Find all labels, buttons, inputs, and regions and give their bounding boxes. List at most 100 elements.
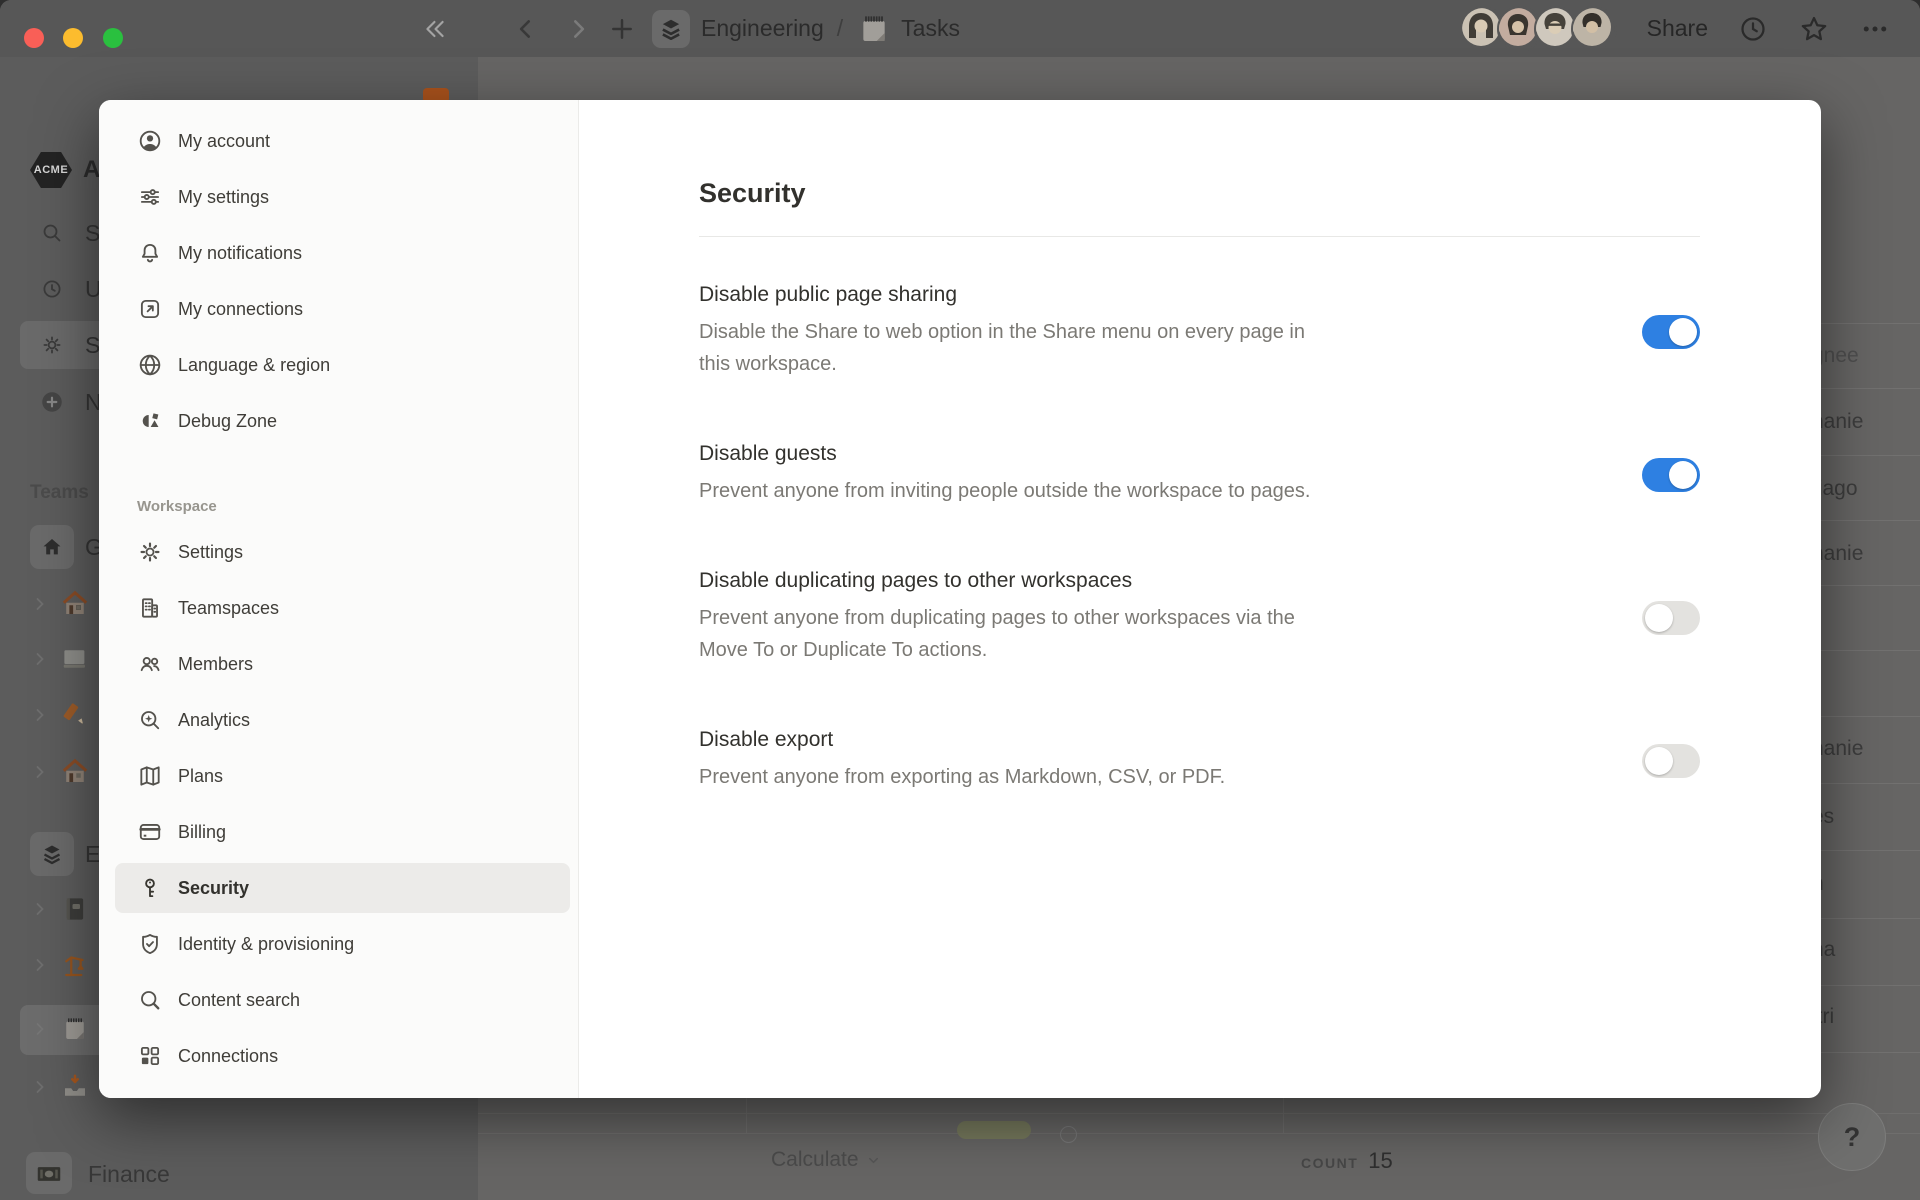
- key-icon: [137, 875, 163, 901]
- close-window-button[interactable]: [24, 28, 44, 48]
- magnifier-sparkle-icon: [137, 707, 163, 733]
- board-emoji-icon: [60, 644, 90, 674]
- arrow-up-right-square-icon: [137, 296, 163, 322]
- building-icon: [137, 595, 163, 621]
- disable-guests-toggle[interactable]: [1642, 458, 1700, 492]
- setting-row-disable-duplicating: Disable duplicating pages to other works…: [699, 569, 1700, 666]
- minimize-window-button[interactable]: [63, 28, 83, 48]
- zoom-window-button[interactable]: [103, 28, 123, 48]
- settings-nav-identity-provisioning[interactable]: Identity & provisioning: [115, 919, 570, 969]
- chevron-right-icon: [30, 594, 50, 614]
- workspace-section-label: Workspace: [137, 498, 578, 515]
- sliders-icon: [137, 184, 163, 210]
- settings-nav-plans[interactable]: Plans: [115, 751, 570, 801]
- setting-title: Disable export: [699, 728, 1225, 752]
- home-icon: [30, 525, 74, 569]
- settings-nav-members[interactable]: Members: [115, 639, 570, 689]
- setting-description: Prevent anyone from exporting as Markdow…: [699, 761, 1225, 793]
- settings-nav-language-region[interactable]: Language & region: [115, 340, 570, 390]
- person-circle-icon: [137, 128, 163, 154]
- chevron-right-icon: [30, 762, 50, 782]
- disable-public-page-sharing-toggle[interactable]: [1642, 315, 1700, 349]
- disable-duplicating-toggle[interactable]: [1642, 601, 1700, 635]
- settings-nav-my-notifications[interactable]: My notifications: [115, 228, 570, 278]
- gear-icon: [137, 539, 163, 565]
- layers-icon: [30, 832, 74, 876]
- collaborator-avatars[interactable]: [1460, 6, 1617, 52]
- chevron-right-icon: [30, 955, 50, 975]
- chevron-right-icon: [30, 649, 50, 669]
- disable-export-toggle[interactable]: [1642, 744, 1700, 778]
- inbox-tray-icon: [60, 1072, 90, 1102]
- grid-squares-icon: [137, 1043, 163, 1069]
- toggle-knob: [1669, 461, 1697, 489]
- people-icon: [137, 651, 163, 677]
- chevron-right-icon: [565, 16, 591, 42]
- avatar: [1571, 6, 1617, 52]
- notion-window: ACME A S U S N Teams: [0, 0, 1920, 1200]
- settings-nav-debug-zone[interactable]: Debug Zone: [115, 396, 570, 446]
- pencil-emoji-icon: [60, 700, 90, 730]
- setting-description: Prevent anyone from inviting people outs…: [699, 475, 1310, 507]
- sidebar-item-finance[interactable]: Finance: [0, 1152, 478, 1196]
- security-settings-panel: Security Disable public page sharing Dis…: [579, 100, 1821, 1098]
- forward-button[interactable]: [563, 14, 593, 44]
- workspace-name-fragment: A: [83, 156, 100, 184]
- settings-nav-content-search[interactable]: Content search: [115, 975, 570, 1025]
- settings-nav-billing[interactable]: Billing: [115, 807, 570, 857]
- finance-label: Finance: [88, 1161, 170, 1188]
- breadcrumb-page[interactable]: Tasks: [901, 15, 960, 42]
- new-tab-button[interactable]: [607, 14, 637, 44]
- chevron-right-icon: [30, 1019, 50, 1039]
- chevron-left-icon: [513, 16, 539, 42]
- credit-card-icon: [137, 819, 163, 845]
- map-icon: [137, 763, 163, 789]
- double-chevron-left-icon: [422, 16, 448, 42]
- notebook-emoji-icon: [60, 894, 90, 924]
- chevron-right-icon: [30, 705, 50, 725]
- settings-nav-my-connections[interactable]: My connections: [115, 284, 570, 334]
- house-emoji-icon: [60, 589, 90, 619]
- toggle-knob: [1645, 747, 1673, 775]
- tasks-notepad-icon: [60, 1014, 90, 1044]
- settings-nav-settings[interactable]: Settings: [115, 527, 570, 577]
- plus-icon: [608, 15, 636, 43]
- share-button[interactable]: Share: [1647, 15, 1708, 42]
- settings-nav-my-settings[interactable]: My settings: [115, 172, 570, 222]
- setting-row-disable-guests: Disable guests Prevent anyone from invit…: [699, 442, 1700, 507]
- setting-row-disable-export: Disable export Prevent anyone from expor…: [699, 728, 1700, 793]
- setting-title: Disable guests: [699, 442, 1310, 466]
- calculate-button[interactable]: Calculate: [771, 1148, 881, 1172]
- crane-emoji-icon: [60, 950, 90, 980]
- breadcrumb-separator: /: [837, 15, 843, 42]
- tasks-page-icon: [858, 11, 890, 47]
- chevron-right-icon: [30, 1077, 50, 1097]
- settings-nav-teamspaces[interactable]: Teamspaces: [115, 583, 570, 633]
- settings-nav-my-account[interactable]: My account: [115, 116, 570, 166]
- magnifier-icon: [137, 987, 163, 1013]
- back-button[interactable]: [511, 14, 541, 44]
- breadcrumb-teamspace[interactable]: Engineering: [701, 15, 824, 42]
- settings-nav-security[interactable]: Security: [115, 863, 570, 913]
- settings-nav-analytics[interactable]: Analytics: [115, 695, 570, 745]
- shield-check-icon: [137, 931, 163, 957]
- search-icon: [30, 211, 74, 255]
- globe-icon: [137, 352, 163, 378]
- more-ellipsis-icon[interactable]: [1860, 14, 1890, 44]
- teamspace-layers-icon[interactable]: [652, 10, 690, 48]
- count-summary[interactable]: COUNT 15: [1301, 1148, 1393, 1174]
- collapse-sidebar-button[interactable]: [420, 14, 450, 44]
- favorite-star-icon[interactable]: [1798, 13, 1830, 45]
- page-title: Security: [699, 178, 1700, 209]
- gear-icon: [30, 323, 74, 367]
- setting-description: Disable the Share to web option in the S…: [699, 316, 1314, 380]
- help-button[interactable]: ?: [1818, 1103, 1886, 1171]
- settings-modal: My account My settings My notifications …: [99, 100, 1821, 1098]
- settings-nav-connections[interactable]: Connections: [115, 1031, 570, 1081]
- history-clock-icon[interactable]: [1738, 14, 1768, 44]
- house-emoji-icon: [60, 757, 90, 787]
- divider: [699, 236, 1700, 237]
- window-titlebar: Engineering / Tasks Share: [0, 0, 1920, 57]
- chevron-down-icon: [866, 1153, 881, 1168]
- banknote-emoji-icon: [34, 1159, 64, 1189]
